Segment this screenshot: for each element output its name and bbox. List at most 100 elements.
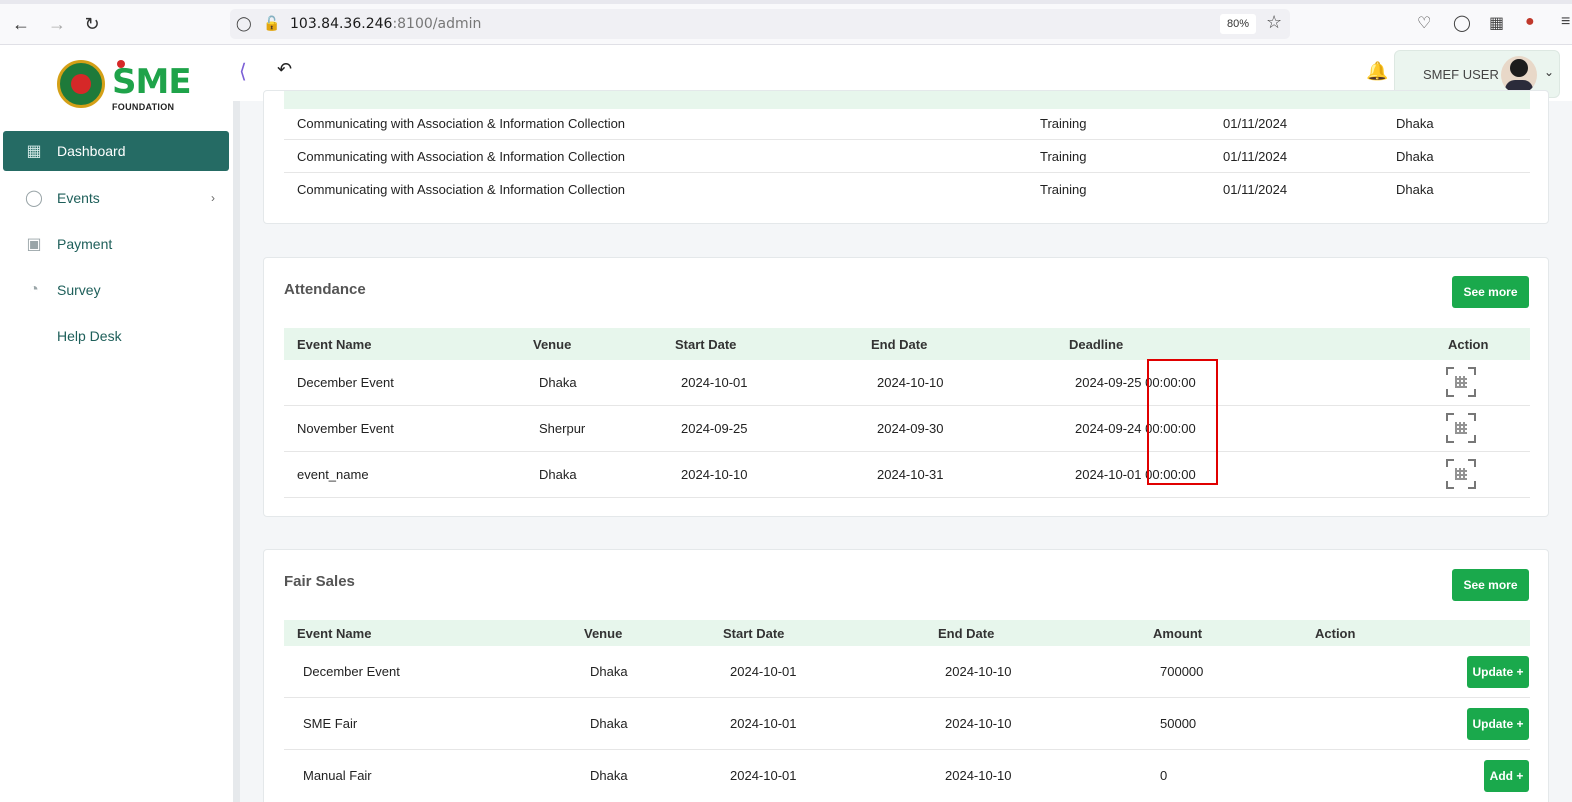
card-title: Fair Sales: [284, 573, 355, 590]
end-date: 2024-10-10: [945, 664, 1012, 679]
amount: 700000: [1160, 664, 1204, 679]
end-date: 2024-10-10: [945, 716, 1012, 731]
money-icon: ▣: [26, 236, 42, 253]
menu-icon[interactable]: ≡: [1561, 13, 1570, 31]
venue: Dhaka: [539, 467, 577, 482]
deadline-date: 2024-09-25: [1075, 375, 1142, 390]
sidebar-item-help-desk[interactable]: Help Desk: [3, 316, 229, 356]
training-location: Dhaka: [1396, 149, 1434, 164]
qr-scan-icon[interactable]: [1446, 459, 1476, 489]
table-row: December Event Dhaka 2024-10-01 2024-10-…: [284, 646, 1530, 698]
sidebar-item-payment[interactable]: ▣ Payment: [3, 224, 229, 264]
event-name: December Event: [297, 375, 394, 390]
insecure-lock-icon[interactable]: 🔓: [263, 15, 280, 32]
logo-text: SME: [112, 62, 192, 102]
venue: Dhaka: [590, 664, 628, 679]
event-name: November Event: [297, 421, 394, 436]
forward-arrow-icon[interactable]: →: [45, 12, 69, 36]
sidebar-item-events[interactable]: ◯ Events ›: [3, 178, 229, 218]
sidebar-item-label: Help Desk: [57, 328, 122, 344]
training-date: 01/11/2024: [1223, 149, 1288, 164]
chevron-down-icon: ⌄: [1544, 65, 1555, 79]
tab-strip-edge: [0, 0, 1572, 4]
url-host: 103.84.36.246: [290, 16, 393, 32]
start-date: 2024-10-10: [681, 467, 748, 482]
sidebar-item-label: Dashboard: [57, 143, 126, 159]
update-sales-button[interactable]: Update +: [1467, 708, 1529, 740]
deadline-date: 2024-10-01: [1075, 467, 1142, 482]
table-row: event_name Dhaka 2024-10-10 2024-10-31 2…: [284, 452, 1530, 498]
government-emblem-icon: [57, 60, 105, 108]
event-name: Manual Fair: [303, 768, 372, 783]
training-type: Training: [1040, 149, 1087, 164]
url-text[interactable]: 103.84.36.246:8100/admin: [290, 16, 481, 32]
zoom-level[interactable]: 80%: [1220, 14, 1256, 34]
sidebar-item-label: Events: [57, 190, 100, 206]
table-header: Event Name Venue Start Date End Date Amo…: [284, 620, 1530, 646]
reload-icon[interactable]: ↻: [80, 12, 104, 36]
table-row: November Event Sherpur 2024-09-25 2024-0…: [284, 406, 1530, 452]
address-bar[interactable]: ◯ 🔓 103.84.36.246:8100/admin 80% ☆: [230, 9, 1290, 39]
fair-sales-see-more-button[interactable]: See more: [1452, 569, 1529, 601]
sidebar-item-label: Payment: [57, 236, 113, 252]
column-header: Venue: [533, 337, 572, 352]
back-arrow-icon[interactable]: ←: [9, 12, 33, 36]
end-date: 2024-09-30: [877, 421, 944, 436]
column-header: Start Date: [675, 337, 737, 352]
training-location: Dhaka: [1396, 182, 1434, 197]
training-date: 01/11/2024: [1223, 116, 1288, 131]
collapse-sidebar-icon[interactable]: ⟨: [239, 59, 247, 84]
lock-icon: ◯: [25, 190, 43, 207]
extension-badge-icon[interactable]: ●: [1525, 13, 1535, 31]
column-header: Amount: [1153, 626, 1203, 641]
table-header: Event Name Venue Start Date End Date Dea…: [284, 328, 1530, 360]
extensions-icon[interactable]: ▦: [1489, 13, 1504, 33]
sidebar-item-survey[interactable]: ◔ Survey: [3, 270, 229, 310]
bell-icon[interactable]: 🔔: [1366, 61, 1388, 82]
table-row: Communicating with Association & Informa…: [284, 140, 1530, 173]
qr-scan-icon[interactable]: [1446, 367, 1476, 397]
sidebar-item-label: Survey: [57, 282, 101, 298]
column-header: Start Date: [723, 626, 785, 641]
qr-scan-icon[interactable]: [1446, 413, 1476, 443]
pie-chart-icon: ◔: [29, 281, 39, 298]
grid-icon: ▦: [26, 143, 42, 160]
end-date: 2024-10-31: [877, 467, 944, 482]
account-icon[interactable]: ◯: [1453, 13, 1471, 33]
blank-icon: [23, 325, 45, 347]
start-date: 2024-10-01: [681, 375, 748, 390]
card-title: Attendance: [284, 281, 366, 298]
sme-foundation-logo[interactable]: SME FOUNDATION: [57, 60, 192, 112]
chevron-right-icon: ›: [211, 191, 215, 205]
start-date: 2024-10-01: [730, 664, 797, 679]
table-row: Communicating with Association & Informa…: [284, 107, 1530, 140]
sidebar-item-dashboard[interactable]: ▦ Dashboard: [3, 131, 229, 171]
sidebar: SME FOUNDATION ▦ Dashboard ◯ Events › ▣ …: [0, 45, 233, 802]
add-sales-button[interactable]: Add +: [1484, 760, 1529, 792]
column-header: Venue: [584, 626, 623, 641]
venue: Dhaka: [590, 716, 628, 731]
pocket-icon[interactable]: ♡: [1417, 13, 1431, 33]
training-name: Communicating with Association & Informa…: [297, 149, 626, 164]
shield-icon[interactable]: ◯: [236, 15, 252, 32]
content-gutter: [233, 101, 240, 802]
attendance-see-more-button[interactable]: See more: [1452, 276, 1529, 308]
training-name: Communicating with Association & Informa…: [297, 116, 626, 131]
logo-subtext: FOUNDATION: [112, 102, 175, 112]
deadline-date: 2024-09-24: [1075, 421, 1142, 436]
venue: Sherpur: [539, 421, 586, 436]
training-name: Communicating with Association & Informa…: [297, 182, 626, 197]
highlight-annotation-box: [1147, 359, 1218, 485]
venue: Dhaka: [590, 768, 628, 783]
start-date: 2024-09-25: [681, 421, 748, 436]
bookmark-star-icon[interactable]: ☆: [1266, 12, 1282, 33]
fair-sales-card: Fair Sales See more Event Name Venue Sta…: [263, 549, 1549, 802]
end-date: 2024-10-10: [877, 375, 944, 390]
column-header: Action: [1315, 626, 1356, 641]
amount: 50000: [1160, 716, 1197, 731]
undo-icon[interactable]: ↶: [277, 59, 292, 80]
user-name: SMEF USER: [1423, 67, 1499, 82]
update-sales-button[interactable]: Update +: [1467, 656, 1529, 688]
url-path: :8100/admin: [392, 16, 482, 32]
training-type: Training: [1040, 182, 1087, 197]
